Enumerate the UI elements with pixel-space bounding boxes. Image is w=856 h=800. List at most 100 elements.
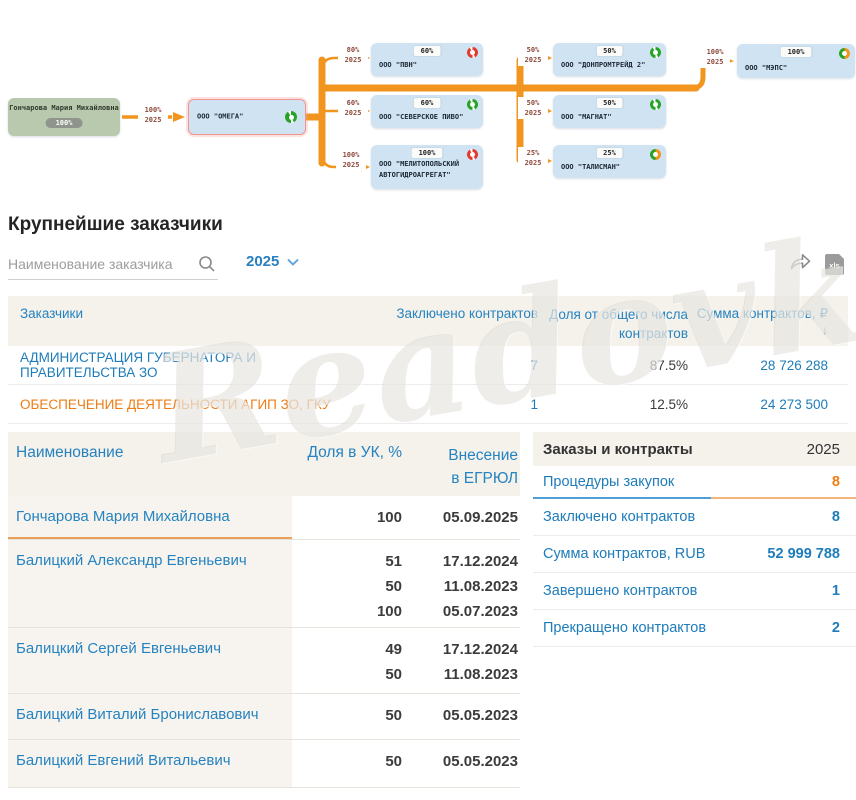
col-header-share: Доля в УК, % — [292, 432, 402, 496]
table-row: Балицкий Евгений Витальевич 5005.05.2023 — [8, 740, 520, 788]
orders-row-value: 52 999 788 — [767, 546, 840, 562]
shareholder-link[interactable]: Балицкий Евгений Витальевич — [8, 740, 292, 787]
entry-date: 05.07.2023 — [402, 599, 520, 624]
customers-table-header: Заказчики Заключено контрактов Доля от о… — [8, 296, 848, 346]
company-node-magnat[interactable]: 50% ООО "МАГНАТ" — [553, 95, 666, 128]
customer-link[interactable]: ОБЕСПЕЧЕНИЕ ДЕЯТЕЛЬНОСТИ АГИП ЗО, ГКУ — [8, 397, 368, 412]
customers-controls: 2025 xls — [8, 250, 848, 284]
edge-label: 100%2025 — [138, 104, 168, 126]
customer-link[interactable]: АДМИНИСТРАЦИЯ ГУБЕРНАТОРА И ПРАВИТЕЛЬСТВ… — [8, 350, 368, 380]
shareholder-link[interactable]: Балицкий Виталий Брониславович — [8, 694, 292, 739]
col-header-share: Доля от общего числа контрактов — [538, 306, 688, 346]
table-row: Балицкий Виталий Брониславович 5005.05.2… — [8, 694, 520, 740]
edge-label: 60%2025 — [338, 97, 368, 119]
status-ring-icon — [467, 149, 478, 160]
col-header-sum[interactable]: Сумма контрактов, ₽ ↓ — [688, 306, 848, 346]
ownership-badge: 50% — [596, 98, 623, 108]
status-ring-icon — [650, 99, 661, 110]
orders-row-link[interactable]: Заключено контрактов — [543, 509, 695, 525]
shareholder-link[interactable]: Гончарова Мария Михайловна — [8, 496, 292, 539]
ownership-badge: 100% — [412, 148, 443, 158]
company-node-talisman[interactable]: 25% ООО "ТАЛИСМАН" — [553, 145, 666, 178]
entry-date: 17.12.2024 — [402, 549, 520, 574]
share-value: 50 — [292, 574, 402, 599]
search-input[interactable] — [8, 250, 188, 278]
share-value: 51 — [292, 549, 402, 574]
entry-date: 11.08.2023 — [402, 574, 520, 599]
orders-row-link[interactable]: Сумма контрактов, RUB — [543, 546, 705, 562]
edge-label: 50%2025 — [518, 97, 548, 119]
entry-date: 05.05.2023 — [402, 749, 520, 774]
contracts-share: 12.5% — [538, 397, 688, 412]
company-name: ООО "МАГНАТ" — [561, 112, 648, 123]
table-row: Гончарова Мария Михайловна 10005.09.2025 — [8, 496, 520, 540]
company-node-severskoe-pivo[interactable]: 60% ООО "СЕВЕРСКОЕ ПИВО" — [371, 95, 483, 128]
person-name: Гончарова Мария Михайловна — [8, 104, 120, 112]
company-node-melitopolsky[interactable]: 100% ООО "МЕЛИТОПОЛЬСКИЙ АВТОГИДРОАГРЕГА… — [371, 145, 483, 189]
share-value: 50 — [292, 662, 402, 687]
shareholders-table: Наименование Доля в УК, % Внесениев ЕГРЮ… — [8, 432, 520, 788]
share-icon[interactable] — [789, 252, 811, 277]
ownership-badge: 60% — [414, 98, 441, 108]
table-row: Балицкий Александр Евгеньевич 5117.12.20… — [8, 540, 520, 628]
shareholder-link[interactable]: Балицкий Александр Евгеньевич — [8, 540, 292, 627]
ownership-badge: 100% — [781, 47, 812, 57]
sort-desc-icon: ↓ — [822, 323, 828, 337]
company-name: ООО "ТАЛИСМАН" — [561, 162, 648, 173]
contracts-share: 87.5% — [538, 358, 688, 373]
company-name: ООО "ДОНПРОМТРЕЙД 2" — [561, 60, 648, 71]
company-name: ООО "СЕВЕРСКОЕ ПИВО" — [379, 112, 465, 123]
status-ring-icon — [650, 149, 661, 160]
shareholders-header: Наименование Доля в УК, % Внесениев ЕГРЮ… — [8, 432, 520, 496]
ownership-badge: 50% — [596, 46, 623, 56]
orders-year: 2025 — [807, 441, 840, 458]
shareholder-link[interactable]: Балицкий Сергей Евгеньевич — [8, 628, 292, 693]
procurement-procedures-value: 8 — [832, 474, 840, 490]
col-header-customers: Заказчики — [8, 306, 368, 346]
company-node-omega[interactable]: ООО "ОМЕГА" — [188, 99, 306, 135]
search-box — [8, 250, 218, 280]
company-node-donpromtrade[interactable]: 50% ООО "ДОНПРОМТРЕЙД 2" — [553, 43, 666, 76]
orders-panel: Заказы и контракты 2025 Процедуры закупо… — [533, 432, 856, 647]
company-name: ООО "ПВН" — [379, 60, 465, 71]
year-dropdown[interactable]: 2025 — [246, 253, 299, 270]
orders-active-row: Процедуры закупок 8 — [533, 466, 856, 497]
orders-row-value: 1 — [832, 583, 840, 599]
orders-row-link[interactable]: Прекращено контрактов — [543, 620, 706, 636]
person-node[interactable]: Гончарова Мария Михайловна 100% — [8, 98, 120, 136]
table-row: АДМИНИСТРАЦИЯ ГУБЕРНАТОРА И ПРАВИТЕЛЬСТВ… — [8, 346, 848, 385]
company-name: ООО "МЕЛИТОПОЛЬСКИЙ АВТОГИДРОАГРЕГАТ" — [379, 159, 465, 181]
share-value: 100 — [292, 505, 402, 530]
contracts-count: 7 — [368, 358, 538, 373]
status-ring-icon — [839, 48, 850, 59]
company-node-meps[interactable]: 100% ООО "МЭПС" — [737, 44, 855, 78]
page-title: Крупнейшие заказчики — [8, 214, 223, 236]
orders-row-value: 8 — [832, 509, 840, 525]
contracts-count: 1 — [368, 397, 538, 412]
orders-row-link[interactable]: Завершено контрактов — [543, 583, 697, 599]
ownership-badge: 100% — [46, 118, 83, 128]
orders-row: Завершено контрактов 1 — [533, 573, 856, 610]
status-ring-icon — [650, 47, 661, 58]
col-header-date: Внесениев ЕГРЮЛ — [402, 432, 520, 496]
col-header-contracts: Заключено контрактов — [368, 306, 538, 346]
edge-label: 80%2025 — [338, 44, 368, 66]
excel-export-icon[interactable]: xls — [825, 254, 844, 275]
edge-label: 50%2025 — [518, 44, 548, 66]
orders-panel-header: Заказы и контракты 2025 — [533, 432, 856, 466]
entry-date: 17.12.2024 — [402, 637, 520, 662]
company-name: ООО "ОМЕГА" — [197, 112, 287, 123]
status-ring-icon — [285, 111, 297, 123]
procurement-procedures-link[interactable]: Процедуры закупок — [543, 474, 674, 490]
search-icon[interactable] — [198, 255, 216, 278]
company-node-pvn[interactable]: 60% ООО "ПВН" — [371, 43, 483, 76]
entry-date: 05.09.2025 — [402, 505, 520, 530]
table-row: Балицкий Сергей Евгеньевич 4917.12.2024 … — [8, 628, 520, 694]
year-value: 2025 — [246, 253, 279, 270]
ownership-badge: 60% — [414, 46, 441, 56]
active-underline — [533, 497, 856, 499]
customers-table: Заказчики Заключено контрактов Доля от о… — [8, 296, 848, 424]
ownership-badge: 25% — [596, 148, 623, 158]
contracts-sum: 28 726 288 — [688, 358, 848, 373]
edge-label: 100%2025 — [336, 149, 366, 171]
